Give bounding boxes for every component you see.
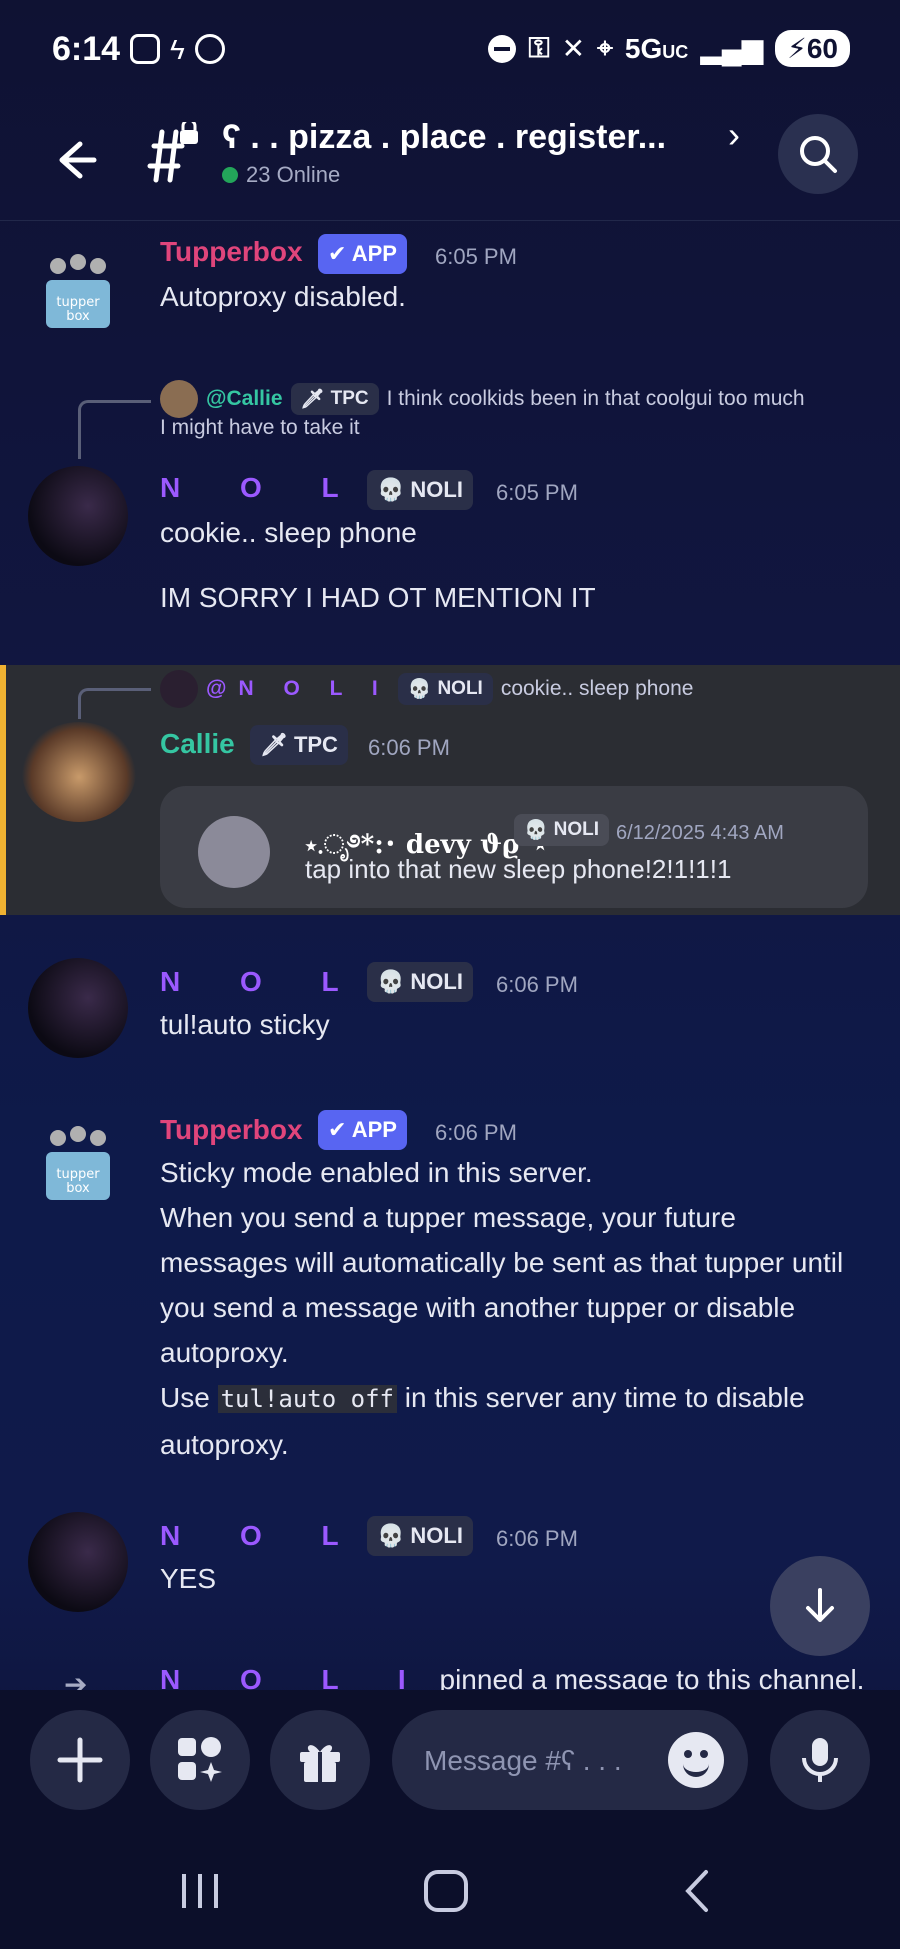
svg-text:box: box	[66, 1181, 90, 1196]
channel-header: ʕ . . pizza . place . register... › 23 O…	[0, 100, 900, 221]
author-name[interactable]: Callie	[160, 728, 235, 760]
role-tag: 💀 NOLI	[367, 962, 473, 1002]
screenshot-icon	[130, 34, 160, 64]
mention-highlight-bar	[0, 665, 6, 915]
hotspot-icon	[194, 34, 225, 64]
reply-connector	[78, 400, 151, 459]
message-text: IM SORRY I HAD OT MENTION IT	[160, 582, 596, 613]
recent-apps-icon	[182, 1874, 218, 1908]
online-count: 23 Online	[246, 162, 341, 187]
apps-button[interactable]	[150, 1710, 250, 1810]
microphone-icon	[802, 1738, 838, 1782]
voice-message-button[interactable]	[770, 1710, 870, 1810]
system-navigation-bar	[0, 1830, 900, 1949]
channel-title[interactable]: ʕ . . pizza . place . register...	[222, 118, 666, 157]
locked-channel-icon	[140, 118, 204, 186]
back-arrow-icon	[59, 141, 97, 179]
home-icon	[424, 1870, 468, 1912]
message-input[interactable]	[422, 1740, 626, 1782]
mute-icon: ✕	[561, 33, 586, 64]
message-text: cookie.. sleep phone	[160, 517, 417, 548]
message-timestamp: 6:05 PM	[435, 244, 517, 269]
online-status: 23 Online	[222, 162, 340, 188]
noli-avatar[interactable]	[28, 466, 128, 566]
svg-text:tupper: tupper	[56, 1167, 100, 1182]
home-button[interactable]	[416, 1866, 476, 1916]
emoji-icon[interactable]	[668, 1732, 724, 1788]
online-dot-icon	[222, 167, 238, 183]
gift-icon	[300, 1745, 340, 1782]
battery-indicator: ⚡60	[775, 30, 850, 67]
flash-icon: ϟ	[170, 34, 185, 65]
message-composer	[0, 1690, 900, 1830]
embed-avatar	[198, 816, 270, 888]
message-text: Autoproxy disabled.	[160, 281, 406, 312]
role-tag: 💀 NOLI	[367, 470, 473, 510]
callie-avatar[interactable]	[22, 722, 136, 822]
role-tag: 💀 NOLI	[514, 814, 610, 846]
tupperbox-avatar[interactable]: tupper box	[28, 240, 128, 340]
back-nav-icon	[685, 1870, 708, 1912]
status-bar: 6:14 ϟ ⚿ ✕ ⌖ 5GUC ▂▄▆ ⚡60	[0, 0, 900, 100]
svg-text:tupper: tupper	[56, 295, 100, 310]
status-time: 6:14	[52, 30, 121, 68]
search-button[interactable]	[778, 114, 858, 194]
author-name[interactable]: Tupperbox	[160, 236, 303, 268]
reply-avatar	[160, 380, 198, 418]
quoted-message-embed[interactable]: ⋆.ೃ࿔*:･ devy ϑϱ˚⋆ 💀 NOLI 6/12/2025 4:43 …	[160, 786, 868, 908]
role-tag: 🗡 TPC	[290, 383, 379, 415]
embed-text: tap into that new sleep phone!2!1!1!1	[305, 854, 732, 884]
inline-code: tul!auto off	[217, 1385, 397, 1413]
reply-connector	[78, 688, 151, 719]
scroll-to-bottom-button[interactable]	[770, 1556, 870, 1656]
search-icon	[800, 136, 837, 173]
pin-arrow-icon: ➔	[64, 1669, 88, 1690]
status-notification-icons: ϟ	[130, 34, 225, 66]
key-icon: ⚿	[528, 32, 550, 63]
recent-apps-button[interactable]	[170, 1866, 230, 1916]
noli-avatar[interactable]	[28, 958, 128, 1058]
message-text: tul!auto sticky	[160, 1009, 330, 1040]
reply-text: I think coolkids been in that coolgui to…	[386, 387, 805, 410]
system-message-pin: ➔ N O L I pinned a message to this chann…	[0, 1660, 900, 1690]
chevron-right-icon[interactable]: ›	[728, 114, 740, 156]
reply-text: cookie.. sleep phone	[500, 677, 694, 700]
noli-avatar[interactable]	[28, 1512, 128, 1612]
message-text: YES	[160, 1563, 217, 1594]
app-badge: ✔ APP	[318, 234, 407, 274]
role-tag: 🗡 TPC	[250, 725, 348, 765]
status-system-icons: ⚿ ✕ ⌖ 5GUC ▂▄▆ ⚡60	[488, 30, 850, 67]
message-timestamp: 6:06 PM	[368, 735, 450, 760]
svg-text:box: box	[66, 309, 90, 324]
message-text: Sticky mode enabled in this server. When…	[160, 1157, 844, 1460]
embed-timestamp: 6/12/2025 4:43 AM	[616, 822, 784, 844]
tupperbox-avatar[interactable]: tupper box	[28, 1112, 128, 1212]
add-icon	[57, 1737, 103, 1783]
message-input-container[interactable]	[392, 1710, 748, 1810]
reply-preview[interactable]: @Callie 🗡 TPC I think coolkids been in t…	[160, 380, 805, 418]
signal-icon: ▂▄▆	[700, 33, 764, 64]
do-not-disturb-icon	[488, 34, 517, 63]
message-timestamp: 6:05 PM	[496, 480, 578, 505]
gift-button[interactable]	[270, 1710, 370, 1810]
message-timestamp: 6:06 PM	[435, 1120, 517, 1145]
location-icon: ⌖	[597, 32, 613, 63]
role-tag: 💀 NOLI	[397, 673, 493, 705]
reply-preview[interactable]: @N O L I 💀 NOLI cookie.. sleep phone	[160, 670, 693, 708]
reply-text-continued: I might have to take it	[160, 416, 360, 439]
add-attachment-button[interactable]	[30, 1710, 130, 1810]
arrow-down-icon	[806, 1588, 834, 1622]
message-timestamp: 6:06 PM	[496, 1526, 578, 1551]
network-label: 5GUC	[624, 32, 689, 64]
back-nav-button[interactable]	[670, 1866, 730, 1916]
reply-avatar	[160, 670, 198, 708]
message-timestamp: 6:06 PM	[496, 972, 578, 997]
role-tag: 💀 NOLI	[367, 1516, 473, 1556]
back-button[interactable]	[44, 130, 104, 190]
apps-icon	[178, 1737, 222, 1782]
author-name[interactable]: Tupperbox	[160, 1114, 303, 1146]
app-badge: ✔ APP	[318, 1110, 407, 1150]
